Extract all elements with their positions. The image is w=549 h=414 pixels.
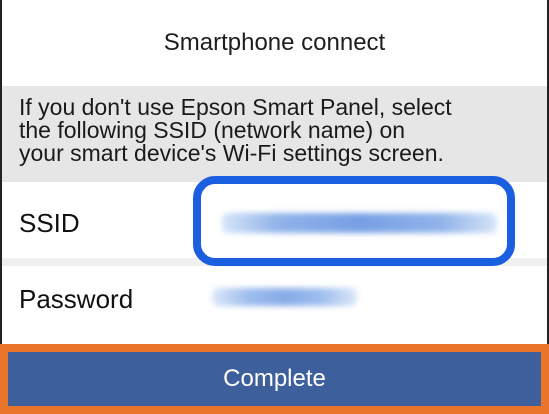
complete-button[interactable]: Complete [8, 352, 541, 406]
ssid-highlight-callout [193, 176, 515, 266]
ssid-label: SSID [19, 207, 80, 238]
password-value-blurred [212, 288, 357, 306]
complete-button-focus-frame: Complete [0, 344, 549, 414]
password-label: Password [19, 283, 134, 314]
screen-title: Smartphone connect [2, 0, 547, 86]
instruction-message: If you don't use Epson Smart Panel, sele… [2, 86, 547, 182]
